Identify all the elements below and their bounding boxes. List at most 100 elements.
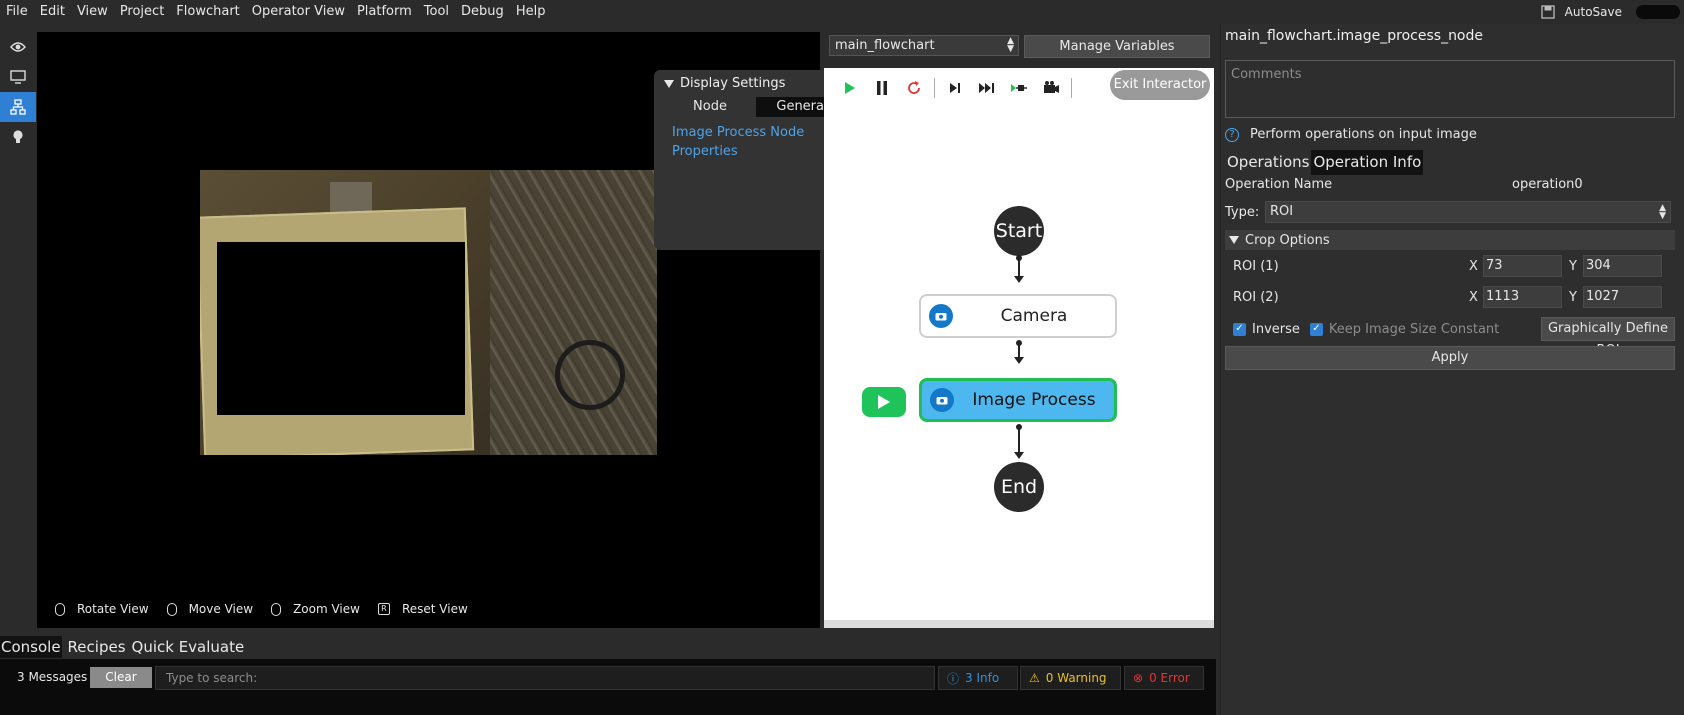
monitor-button[interactable] bbox=[0, 62, 36, 92]
roi1-label: ROI (1) bbox=[1233, 258, 1279, 274]
connector-arrow bbox=[1014, 357, 1024, 364]
menu-operator-view[interactable]: Operator View bbox=[246, 0, 351, 24]
camera-node[interactable]: Camera bbox=[919, 294, 1117, 338]
tab-operation-info[interactable]: Operation Info bbox=[1311, 150, 1424, 175]
roi2-y-input[interactable]: 1027 bbox=[1583, 286, 1662, 308]
current-node-run-indicator[interactable] bbox=[862, 387, 906, 417]
updown-arrow-icon: ▲ ▼ bbox=[1007, 36, 1014, 54]
run-to-node-icon bbox=[1011, 84, 1027, 92]
pause-button[interactable] bbox=[866, 74, 898, 102]
run-button[interactable] bbox=[834, 74, 866, 102]
updown-arrow-icon: ▲ ▼ bbox=[1659, 203, 1666, 221]
keep-size-checkbox[interactable]: ✓ bbox=[1309, 322, 1323, 336]
roi-mask bbox=[217, 242, 465, 415]
zoom-view-hint: Zoom View bbox=[271, 602, 360, 616]
warning-filter[interactable]: ⚠ 0 Warning bbox=[1020, 666, 1121, 690]
image-process-node-icon bbox=[930, 388, 954, 412]
exit-interactor-button[interactable]: Exit Interactor bbox=[1110, 70, 1210, 100]
tab-operations[interactable]: Operations bbox=[1225, 150, 1311, 175]
info-filter[interactable]: ⓘ 3 Info bbox=[938, 666, 1018, 690]
roi1-x-input[interactable]: 73 bbox=[1483, 255, 1562, 277]
operation-name-value[interactable]: operation0 bbox=[1512, 177, 1583, 192]
restart-button[interactable] bbox=[898, 74, 930, 102]
menu-help[interactable]: Help bbox=[510, 0, 552, 24]
autosave-toggle[interactable] bbox=[1636, 5, 1680, 19]
operation-name-label: Operation Name bbox=[1225, 177, 1333, 192]
image-process-node[interactable]: Image Process bbox=[919, 378, 1117, 422]
flowchart-select[interactable]: main_flowchart ▲ ▼ bbox=[829, 35, 1019, 56]
menu-project[interactable]: Project bbox=[114, 0, 170, 24]
run-to-node-button[interactable] bbox=[1003, 74, 1035, 102]
camera-capture-button[interactable] bbox=[1035, 74, 1067, 102]
graphically-define-roi-button[interactable]: Graphically Define ROI bbox=[1541, 317, 1675, 358]
tab-node[interactable]: Node bbox=[664, 97, 756, 117]
flowchart-button[interactable] bbox=[0, 92, 36, 122]
properties-tabs: Operations Operation Info bbox=[1225, 150, 1424, 175]
type-select-value: ROI bbox=[1270, 204, 1294, 219]
roi2-row: ROI (2) X 1113 Y 1027 bbox=[1233, 285, 1675, 309]
node-description-text: Perform operations on input image bbox=[1250, 127, 1477, 142]
keep-size-label: Keep Image Size Constant bbox=[1328, 321, 1500, 337]
menu-file[interactable]: File bbox=[0, 0, 34, 24]
tab-quick-evaluate[interactable]: Quick Evaluate bbox=[132, 636, 251, 658]
menu-platform[interactable]: Platform bbox=[351, 0, 418, 24]
node-properties-link[interactable]: Image Process Node Properties bbox=[672, 123, 832, 161]
menu-tool[interactable]: Tool bbox=[418, 0, 455, 24]
start-node[interactable]: Start bbox=[994, 206, 1044, 256]
operator-view-button[interactable] bbox=[0, 32, 36, 62]
image-wires-region bbox=[490, 170, 657, 455]
collapse-arrow-icon bbox=[1229, 236, 1239, 244]
tab-recipes[interactable]: Recipes bbox=[68, 636, 132, 658]
move-view-hint: Move View bbox=[166, 602, 253, 616]
connector-arrow bbox=[1014, 276, 1024, 283]
fast-forward-button[interactable] bbox=[971, 74, 1003, 102]
crop-options-title: Crop Options bbox=[1245, 232, 1330, 248]
comments-field[interactable]: Comments bbox=[1225, 60, 1675, 118]
apply-button[interactable]: Apply bbox=[1225, 346, 1675, 370]
display-settings-header[interactable]: Display Settings bbox=[654, 70, 851, 91]
error-filter[interactable]: ⊗ 0 Error bbox=[1124, 666, 1204, 690]
fast-forward-icon bbox=[979, 83, 994, 93]
autosave-group: AutoSave bbox=[1541, 0, 1684, 24]
menu-edit[interactable]: Edit bbox=[34, 0, 71, 24]
save-icon[interactable] bbox=[1541, 5, 1555, 19]
flowchart-canvas[interactable]: Exit Interactor Start Camera Image Proce… bbox=[824, 68, 1214, 628]
flowchart-toolbar bbox=[834, 74, 1076, 102]
reset-view-hint: R Reset View bbox=[377, 602, 468, 616]
step-button[interactable] bbox=[939, 74, 971, 102]
flowchart-header: main_flowchart ▲ ▼ Manage Variables bbox=[824, 32, 1214, 66]
tab-console[interactable]: Console bbox=[0, 636, 62, 658]
connector-arrow bbox=[1014, 452, 1024, 459]
end-node[interactable]: End bbox=[994, 462, 1044, 512]
menu-view[interactable]: View bbox=[71, 0, 114, 24]
rotate-view-label: Rotate View bbox=[77, 602, 149, 616]
menu-flowchart[interactable]: Flowchart bbox=[170, 0, 245, 24]
menu-debug[interactable]: Debug bbox=[455, 0, 510, 24]
inverse-checkbox[interactable]: ✓ bbox=[1233, 322, 1246, 336]
roi1-y-input[interactable]: 304 bbox=[1583, 255, 1662, 277]
inverse-label: Inverse bbox=[1252, 321, 1300, 337]
console-search-input[interactable]: Type to search: bbox=[155, 666, 935, 690]
type-label: Type: bbox=[1225, 205, 1260, 220]
crop-options-header[interactable]: Crop Options bbox=[1225, 230, 1675, 250]
node-description: ? Perform operations on input image bbox=[1225, 127, 1477, 142]
info-count: 3 Info bbox=[965, 671, 1000, 685]
message-count: 3 Messages bbox=[17, 670, 88, 684]
flowchart-icon bbox=[10, 99, 26, 115]
clear-button[interactable]: Clear bbox=[90, 667, 152, 688]
flowchart-scrollbar[interactable] bbox=[824, 620, 1214, 628]
left-toolbar bbox=[0, 32, 36, 630]
type-select[interactable]: ROI ▲ ▼ bbox=[1265, 201, 1671, 223]
image-process-node-label: Image Process bbox=[972, 390, 1096, 410]
collapse-arrow-icon bbox=[664, 79, 674, 88]
image-viewer[interactable]: Display Settings Node General Image Proc… bbox=[37, 32, 851, 628]
tips-button[interactable] bbox=[0, 122, 36, 152]
roi2-x-input[interactable]: 1113 bbox=[1483, 286, 1562, 308]
view-controls: Rotate View Move View Zoom View R Reset … bbox=[55, 602, 486, 616]
mouse-left-icon bbox=[55, 602, 65, 616]
properties-panel: main_flowchart.image_process_node Commen… bbox=[1220, 24, 1684, 715]
toolbar-separator bbox=[934, 78, 935, 98]
connector-line bbox=[1018, 427, 1020, 452]
help-icon[interactable]: ? bbox=[1225, 127, 1239, 142]
manage-variables-button[interactable]: Manage Variables bbox=[1024, 35, 1210, 58]
